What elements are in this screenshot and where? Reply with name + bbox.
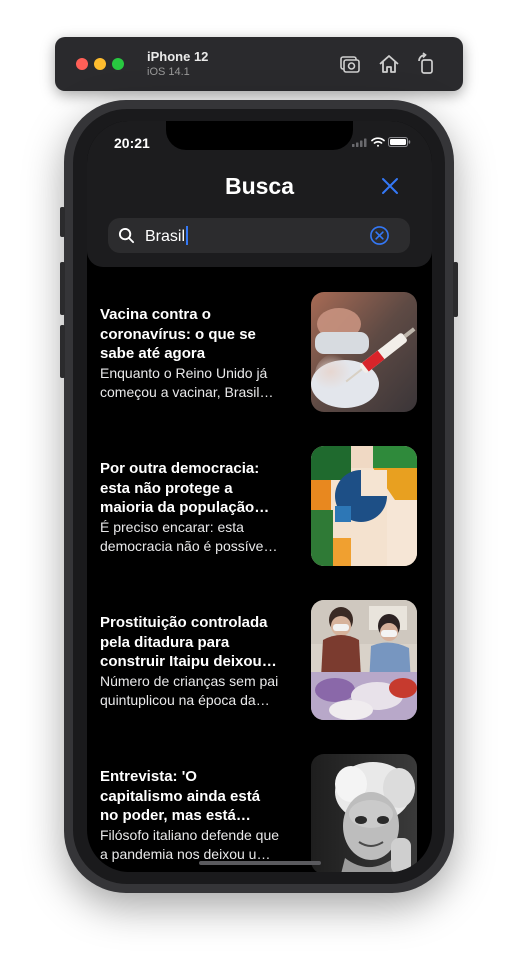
volume-down-button [60, 325, 65, 378]
device-name: iPhone 12 [147, 49, 209, 64]
list-item[interactable]: Prostituição controlada pela ditadura pa… [100, 600, 420, 720]
search-input[interactable]: Brasil [108, 218, 410, 253]
action-button [60, 207, 65, 237]
minimize-window-button[interactable] [94, 58, 106, 70]
status-time: 20:21 [114, 135, 150, 151]
search-icon [118, 227, 135, 244]
notch [166, 121, 353, 150]
list-item[interactable]: Vacina contra o coronavírus: o que se sa… [100, 292, 420, 412]
power-button [453, 262, 458, 317]
article-title: Vacina contra o coronavírus: o que se sa… [100, 306, 256, 362]
home-indicator[interactable] [199, 861, 321, 865]
article-description: Enquanto o Reino Unido já começou a vaci… [100, 364, 268, 401]
screenshot-icon[interactable] [338, 52, 362, 76]
article-description: Filósofo italiano defende que a pandemia… [100, 826, 280, 863]
battery-icon [388, 137, 411, 147]
wifi-icon [371, 137, 385, 147]
phone-screen: 20:21 Busca Brasil Vacina contra o coron… [87, 121, 432, 872]
home-icon[interactable] [377, 52, 401, 76]
article-thumbnail [311, 754, 417, 872]
article-description: É preciso encarar: esta democracia não é… [100, 518, 267, 555]
article-title: Entrevista: 'O capitalismo ainda está no… [100, 768, 261, 824]
search-query[interactable]: Brasil [145, 228, 185, 245]
status-indicators [352, 137, 411, 147]
os-version: iOS 14.1 [147, 66, 190, 78]
simulator-title-bar: iPhone 12 iOS 14.1 [55, 37, 463, 91]
article-thumbnail [311, 446, 417, 566]
article-thumbnail [311, 292, 417, 412]
close-window-button[interactable] [76, 58, 88, 70]
volume-up-button [60, 262, 65, 315]
article-thumbnail [311, 600, 417, 720]
list-item[interactable]: Entrevista: 'O capitalismo ainda está no… [100, 754, 420, 872]
text-cursor [186, 226, 189, 245]
article-description: Número de crianças sem pai quintuplicou … [100, 672, 279, 709]
rotate-icon[interactable] [414, 52, 438, 76]
cellular-signal-icon [352, 138, 367, 147]
article-title: Por outra democracia: esta não protege a… [100, 460, 260, 516]
close-icon[interactable] [380, 176, 400, 196]
clear-search-icon[interactable] [369, 225, 390, 246]
article-title: Prostituição controlada pela ditadura pa… [100, 614, 268, 670]
list-item[interactable]: Por outra democracia: esta não protege a… [100, 446, 420, 566]
zoom-window-button[interactable] [112, 58, 124, 70]
